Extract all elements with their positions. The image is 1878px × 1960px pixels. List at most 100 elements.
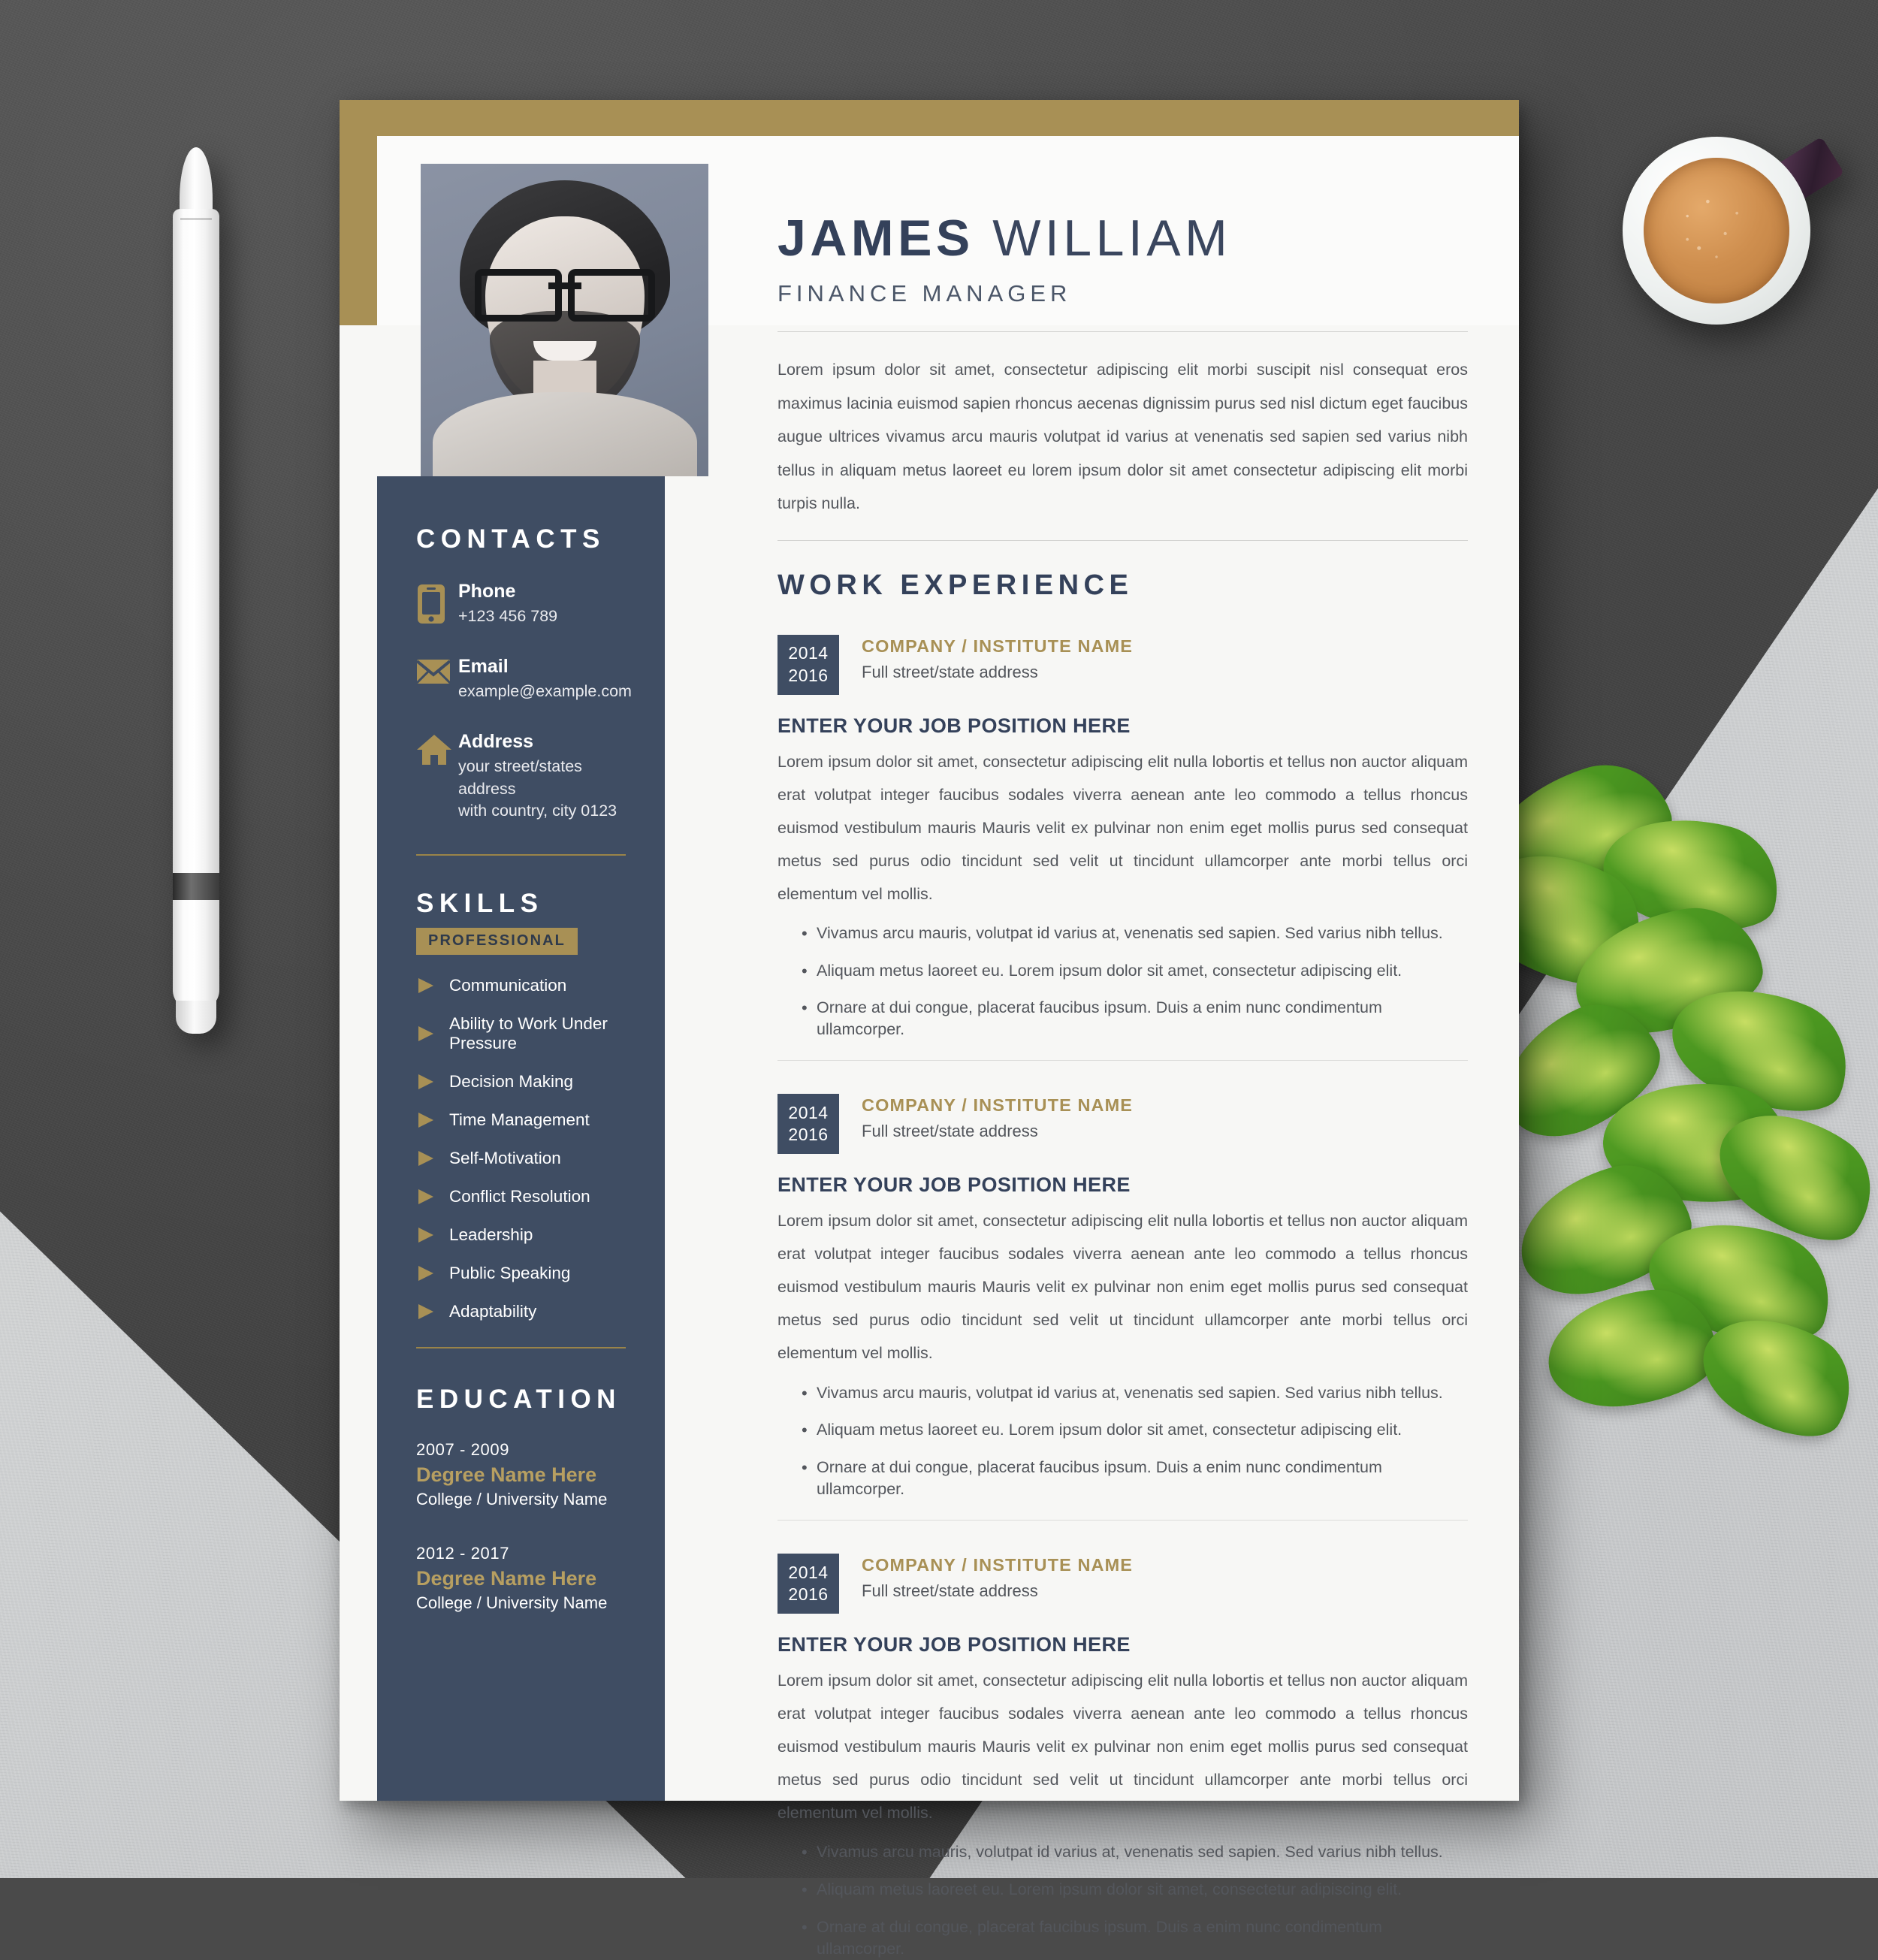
glasses-lens-right (568, 269, 655, 322)
bullet-dot-icon: • (802, 961, 808, 980)
arrow-right-icon (416, 976, 449, 995)
arrow-right-icon (416, 1225, 449, 1245)
job-position-title: ENTER YOUR JOB POSITION HERE (777, 714, 1131, 737)
work-entry-header: 2014 2016 COMPANY / INSTITUTE NAME Full str… (777, 1094, 1468, 1155)
sidebar-divider-2 (416, 1347, 626, 1349)
work-entry-divider (777, 1060, 1468, 1062)
job-bullet-item: • Ornare at dui congue, placerat faucibus… (777, 1457, 1468, 1500)
skill-label: Conflict Resolution (449, 1187, 590, 1207)
year-start: 2014 (788, 1562, 829, 1582)
skill-label: Decision Making (449, 1072, 574, 1092)
work-experience-entry: 2014 2016 COMPANY / INSTITUTE NAME Full str… (777, 1094, 1468, 1521)
white-stylus-pencil (173, 147, 219, 1034)
skill-item: Adaptability (416, 1302, 626, 1321)
company-name: COMPANY / INSTITUTE NAME (862, 1095, 1134, 1116)
company-address: Full street/state address (862, 662, 1038, 681)
work-year-badge: 2014 2016 (777, 634, 839, 695)
resume-sidebar: CONTACTS Phone +123 456 789 Email exampl… (377, 476, 665, 1801)
bullet-text: Ornare at dui congue, placerat faucibus … (817, 998, 1382, 1039)
year-start: 2014 (788, 643, 829, 663)
cup-body (1623, 137, 1810, 325)
arrow-right-icon (416, 1149, 449, 1168)
skill-item: Public Speaking (416, 1264, 626, 1283)
skill-item: Communication (416, 976, 626, 995)
skill-label: Leadership (449, 1225, 533, 1245)
home-icon (416, 730, 458, 766)
company-address: Full street/state address (862, 1122, 1038, 1141)
bullet-dot-icon: • (802, 1917, 808, 1937)
contact-label: Email (458, 655, 509, 677)
work-experience-heading: WORK EXPERIENCE (777, 569, 1134, 601)
page-title: JAMES WILLIAM (777, 213, 1468, 264)
coffee-crema (1644, 158, 1789, 304)
education-heading: EDUCATION (416, 1385, 621, 1415)
contact-value[interactable]: example@example.com (458, 681, 632, 703)
bullet-dot-icon: • (802, 1843, 808, 1862)
stylus-cap (176, 1001, 216, 1034)
skill-item: Self-Motivation (416, 1149, 626, 1168)
year-start: 2014 (788, 1102, 829, 1122)
work-entry-header: 2014 2016 COMPANY / INSTITUTE NAME Full str… (777, 634, 1468, 695)
envelope-icon (416, 655, 458, 685)
job-bullet-item: • Aliquam metus laoreet eu. Lorem ipsum d… (777, 1879, 1468, 1901)
skill-item: Leadership (416, 1225, 626, 1245)
skill-label: Ability to Work Under Pressure (449, 1014, 608, 1053)
bullet-text: Vivamus arcu mauris, volutpat id varius … (817, 1843, 1443, 1862)
year-end: 2016 (788, 1125, 829, 1145)
contact-item-phone: Phone +123 456 789 (416, 580, 626, 628)
job-description: Lorem ipsum dolor sit amet, consectetur … (777, 1212, 1468, 1363)
job-bullet-item: • Vivamus arcu mauris, volutpat id varius… (777, 1841, 1468, 1864)
header-divider (777, 331, 1468, 332)
skill-label: Public Speaking (449, 1264, 571, 1283)
contact-value[interactable]: your street/states address with country,… (458, 756, 626, 823)
contact-item-address: Address your street/states address with … (416, 730, 626, 823)
company-name: COMPANY / INSTITUTE NAME (862, 636, 1134, 656)
bullet-text: Aliquam metus laoreet eu. Lorem ipsum do… (817, 1880, 1402, 1898)
photo-glasses (475, 269, 655, 322)
bullet-dot-icon: • (802, 998, 808, 1018)
education-years: 2007 - 2009 (416, 1440, 510, 1460)
contact-value[interactable]: +123 456 789 (458, 606, 626, 628)
stylus-seam (180, 218, 212, 220)
skills-list: Communication Ability to Work Under Press… (416, 976, 626, 1321)
education-item: 2012 - 2017 Degree Name Here College / Uni… (416, 1544, 626, 1613)
arrow-right-icon (416, 1110, 449, 1130)
education-degree: Degree Name Here (416, 1463, 597, 1487)
bullet-text: Aliquam metus laoreet eu. Lorem ipsum do… (817, 961, 1402, 980)
job-title-subtitle: FINANCE MANAGER (777, 280, 1072, 307)
bullet-text: Ornare at dui congue, placerat faucibus … (817, 1917, 1382, 1958)
job-bullet-item: • Vivamus arcu mauris, volutpat id varius… (777, 923, 1468, 945)
skill-item: Decision Making (416, 1072, 626, 1092)
bullet-dot-icon: • (802, 1383, 808, 1403)
work-year-badge: 2014 2016 (777, 1094, 839, 1155)
job-bullet-list: • Vivamus arcu mauris, volutpat id varius… (777, 923, 1468, 1040)
summary-divider (777, 539, 1468, 541)
contact-label: Address (458, 730, 534, 752)
company-address: Full street/state address (862, 1581, 1038, 1600)
work-experience-entry: 2014 2016 COMPANY / INSTITUTE NAME Full str… (777, 634, 1468, 1062)
year-end: 2016 (788, 665, 829, 685)
skill-label: Communication (449, 976, 567, 995)
sidebar-divider-1 (416, 854, 626, 856)
last-name: WILLIAM (992, 210, 1232, 267)
education-school: College / University Name (416, 1593, 608, 1613)
education-school: College / University Name (416, 1490, 608, 1509)
job-position-title: ENTER YOUR JOB POSITION HERE (777, 1173, 1131, 1197)
work-experience-entry: 2014 2016 COMPANY / INSTITUTE NAME Full str… (777, 1553, 1468, 1960)
job-bullet-item: • Aliquam metus laoreet eu. Lorem ipsum d… (777, 960, 1468, 983)
bullet-dot-icon: • (802, 1880, 808, 1899)
contacts-heading: CONTACTS (416, 524, 605, 554)
bullet-text: Ornare at dui congue, placerat faucibus … (817, 1457, 1382, 1498)
education-list: 2007 - 2009 Degree Name Here College / Uni… (416, 1440, 626, 1613)
skill-label: Time Management (449, 1110, 590, 1130)
job-description: Lorem ipsum dolor sit amet, consectetur … (777, 752, 1468, 903)
pothos-plant (1457, 747, 1878, 1465)
job-bullet-item: • Ornare at dui congue, placerat faucibus… (777, 997, 1468, 1040)
arrow-right-icon (416, 1302, 449, 1321)
stylus-metal-band (173, 873, 219, 900)
resume-document: CONTACTS Phone +123 456 789 Email exampl… (340, 100, 1519, 1958)
bullet-dot-icon: • (802, 1457, 808, 1477)
bullet-dot-icon: • (802, 923, 808, 943)
skills-category-badge: PROFESSIONAL (416, 928, 578, 956)
contact-item-email: Email example@example.com (416, 655, 632, 703)
